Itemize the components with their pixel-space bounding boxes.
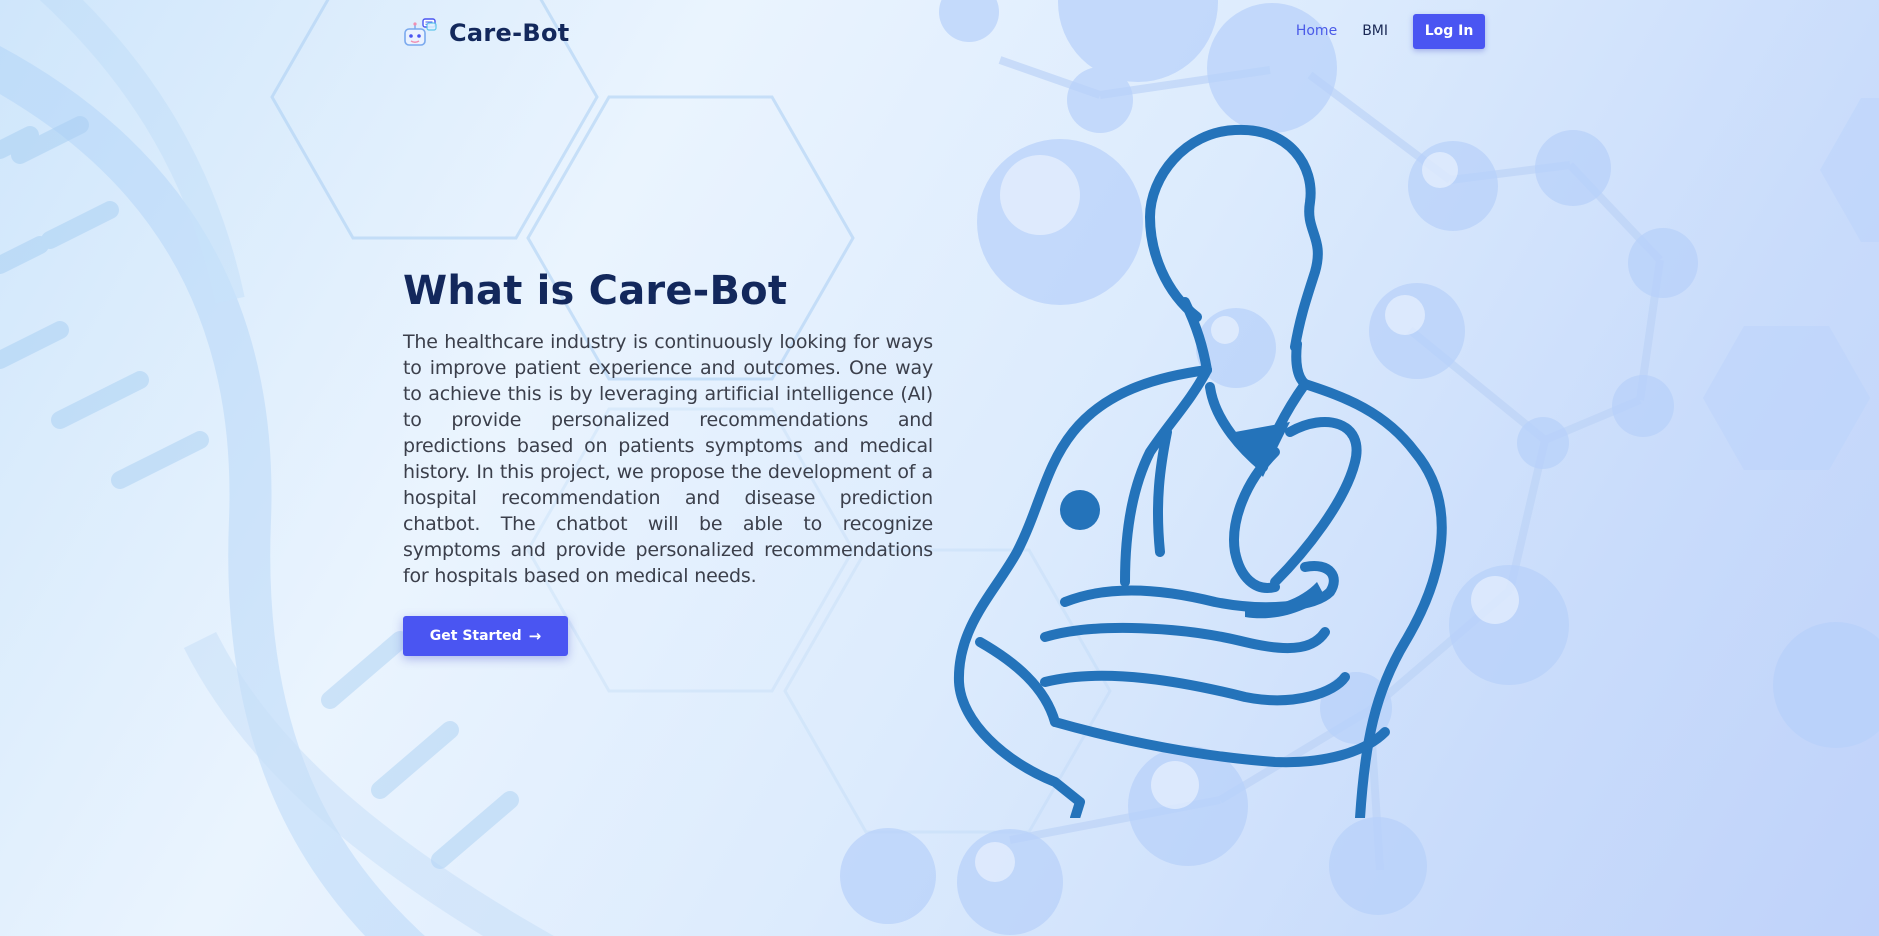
brand-logo-link[interactable]: Care-Bot [403,15,570,51]
arrow-right-icon: → [528,627,542,645]
doctor-illustration [953,124,1447,818]
get-started-label: Get Started [429,628,522,644]
robot-chat-icon [404,18,437,46]
nav-links: Home BMI Log In [1296,13,1485,49]
nav-home-link[interactable]: Home [1296,23,1337,39]
get-started-button[interactable]: Get Started → [403,616,568,656]
brand-name: Care-Bot [449,19,570,47]
background-illustration [0,0,1879,936]
navbar: Care-Bot Home BMI Log In [403,13,1485,51]
nav-bmi-link[interactable]: BMI [1362,23,1388,39]
login-button[interactable]: Log In [1413,13,1485,49]
hero-section: What is Care-Bot The healthcare industry… [403,263,933,656]
hero-description: The healthcare industry is continuously … [403,331,933,587]
hero-title: What is Care-Bot [403,268,788,314]
